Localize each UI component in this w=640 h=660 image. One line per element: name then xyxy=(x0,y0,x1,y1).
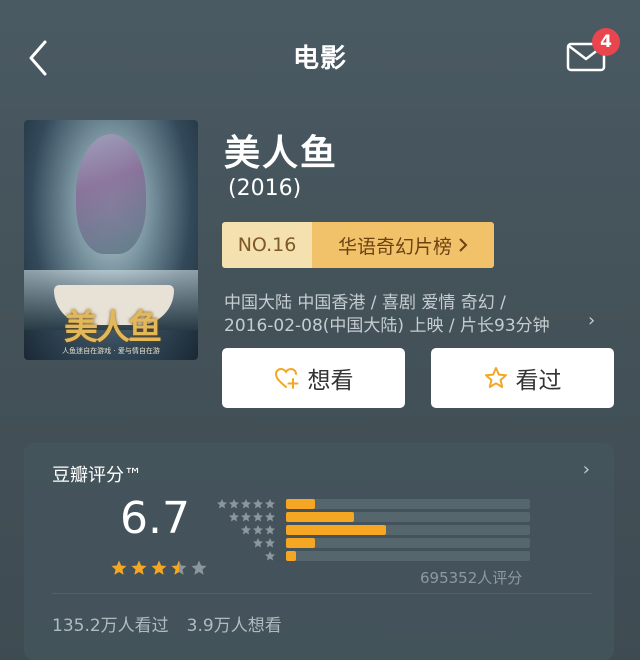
rating-star-icon xyxy=(191,560,207,575)
small-star-icon xyxy=(265,525,275,535)
rating-star-icon xyxy=(131,560,147,575)
rating-score: 6.7 xyxy=(120,493,190,544)
movie-meta-release: 2016-02-08(中国大陆) 上映 / 片长93分钟 xyxy=(224,316,550,336)
small-star-icon xyxy=(241,499,251,509)
small-star-icon xyxy=(229,499,239,509)
star-outline-icon xyxy=(484,367,507,388)
watched-label: 看过 xyxy=(515,368,562,394)
want-count: 3.9万人想看 xyxy=(186,616,282,636)
small-star-icon xyxy=(229,512,239,522)
small-star-icon xyxy=(265,499,275,509)
meta-more-icon[interactable]: › xyxy=(588,310,595,331)
small-star-icon xyxy=(253,512,263,522)
distribution-bar-fill xyxy=(286,538,316,548)
small-star-icon xyxy=(265,512,275,522)
distribution-bar-track xyxy=(286,499,530,509)
distribution-bar-fill xyxy=(286,499,316,509)
watched-button[interactable]: 看过 xyxy=(431,348,614,408)
notification-badge: 4 xyxy=(592,28,620,56)
small-star-icon xyxy=(265,551,275,561)
chevron-right-icon xyxy=(459,238,468,252)
heart-plus-icon xyxy=(274,367,298,389)
want-to-watch-label: 想看 xyxy=(307,368,354,394)
seen-count: 135.2万人看过 xyxy=(52,616,169,636)
poster-title: 美人鱼 xyxy=(64,308,162,348)
ranking-pill[interactable]: NO.16 华语奇幻片榜 xyxy=(222,222,494,268)
distribution-star-row xyxy=(216,498,276,510)
page-title: 电影 xyxy=(292,44,347,74)
rating-star-icon xyxy=(171,560,187,575)
distribution-bar-track xyxy=(286,538,530,548)
rating-star-icon xyxy=(151,560,167,575)
distribution-bar-fill xyxy=(286,512,355,522)
rating-card[interactable]: 豆瓣评分™ › 6.7 695352人评分 135.2万人看过 3.9万人想看 xyxy=(24,443,614,660)
divider xyxy=(52,593,592,594)
small-star-icon xyxy=(253,499,263,509)
distribution-bar-track xyxy=(286,551,530,561)
rating-count: 695352人评分 xyxy=(420,569,523,587)
distribution-bar-fill xyxy=(286,551,296,561)
rank-number: NO.16 xyxy=(222,222,312,268)
distribution-star-row xyxy=(264,550,276,562)
movie-poster[interactable]: 美人鱼 人鱼迷自在游戏 · 爱与情自在游 xyxy=(24,120,198,360)
poster-subtitle: 人鱼迷自在游戏 · 爱与情自在游 xyxy=(62,347,160,355)
small-star-icon xyxy=(253,525,263,535)
distribution-bar-fill xyxy=(286,525,387,535)
poster-tail-art xyxy=(76,134,146,254)
rank-list-link: 华语奇幻片榜 xyxy=(312,222,494,268)
distribution-star-row xyxy=(240,524,276,536)
distribution-bar-track xyxy=(286,512,530,522)
small-star-icon xyxy=(217,499,227,509)
watch-stats: 135.2万人看过 3.9万人想看 xyxy=(52,611,282,636)
small-star-icon xyxy=(265,538,275,548)
movie-year: (2016) xyxy=(228,176,302,201)
rank-list-label: 华语奇幻片榜 xyxy=(337,235,452,258)
movie-title: 美人鱼 xyxy=(224,133,339,174)
small-star-icon xyxy=(253,538,263,548)
small-star-icon xyxy=(241,525,251,535)
want-to-watch-button[interactable]: 想看 xyxy=(222,348,405,408)
score-stars xyxy=(110,559,208,577)
small-star-icon xyxy=(241,512,251,522)
rating-header: 豆瓣评分™ xyxy=(52,465,142,486)
top-bar: 电影 4 xyxy=(0,0,640,112)
rating-star-icon xyxy=(111,560,127,575)
distribution-star-row xyxy=(228,511,276,523)
distribution-star-row xyxy=(252,537,276,549)
distribution-bar-track xyxy=(286,525,530,535)
movie-meta-genres: 中国大陆 中国香港 / 喜剧 爱情 奇幻 / xyxy=(224,293,506,313)
chevron-right-icon[interactable]: › xyxy=(583,459,590,480)
